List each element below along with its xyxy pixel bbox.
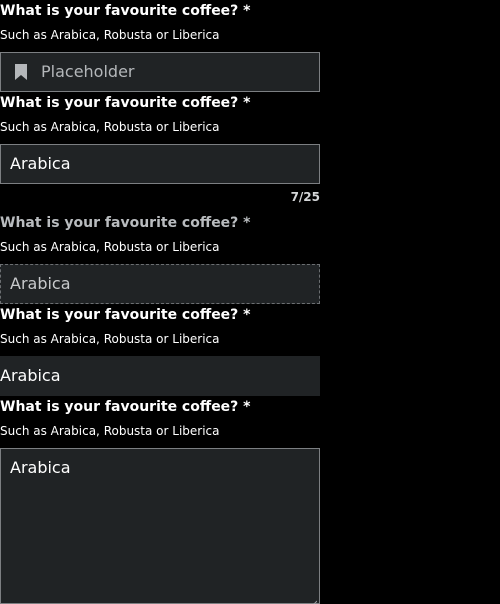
coffee-textarea[interactable]: Arabica bbox=[0, 448, 320, 604]
field-hint: Such as Arabica, Robusta or Liberica bbox=[0, 424, 220, 438]
field-label: What is your favourite coffee? * bbox=[0, 3, 251, 19]
bookmark-icon bbox=[14, 63, 28, 81]
coffee-input-with-icon[interactable]: Placeholder bbox=[0, 52, 320, 92]
field-label: What is your favourite coffee? * bbox=[0, 307, 251, 323]
field-label: What is your favourite coffee? * bbox=[0, 215, 251, 231]
resize-handle-icon[interactable] bbox=[309, 593, 318, 604]
coffee-field-with-counter: What is your favourite coffee? * Such as… bbox=[0, 92, 320, 212]
textarea-value: Arabica bbox=[10, 458, 71, 477]
coffee-input-borderless[interactable]: Arabica bbox=[0, 356, 320, 396]
input-value: Arabica bbox=[10, 274, 71, 293]
input-value: Arabica bbox=[10, 154, 71, 173]
input-value: Arabica bbox=[0, 366, 61, 385]
input-placeholder: Placeholder bbox=[41, 62, 135, 81]
field-hint: Such as Arabica, Robusta or Liberica bbox=[0, 120, 220, 134]
field-hint: Such as Arabica, Robusta or Liberica bbox=[0, 28, 220, 42]
coffee-input[interactable]: Arabica bbox=[0, 144, 320, 184]
field-hint: Such as Arabica, Robusta or Liberica bbox=[0, 240, 220, 254]
coffee-input-disabled: Arabica bbox=[0, 264, 320, 304]
character-counter: 7/25 bbox=[290, 190, 320, 204]
field-hint: Such as Arabica, Robusta or Liberica bbox=[0, 332, 220, 346]
field-label: What is your favourite coffee? * bbox=[0, 95, 251, 111]
field-label: What is your favourite coffee? * bbox=[0, 399, 251, 415]
